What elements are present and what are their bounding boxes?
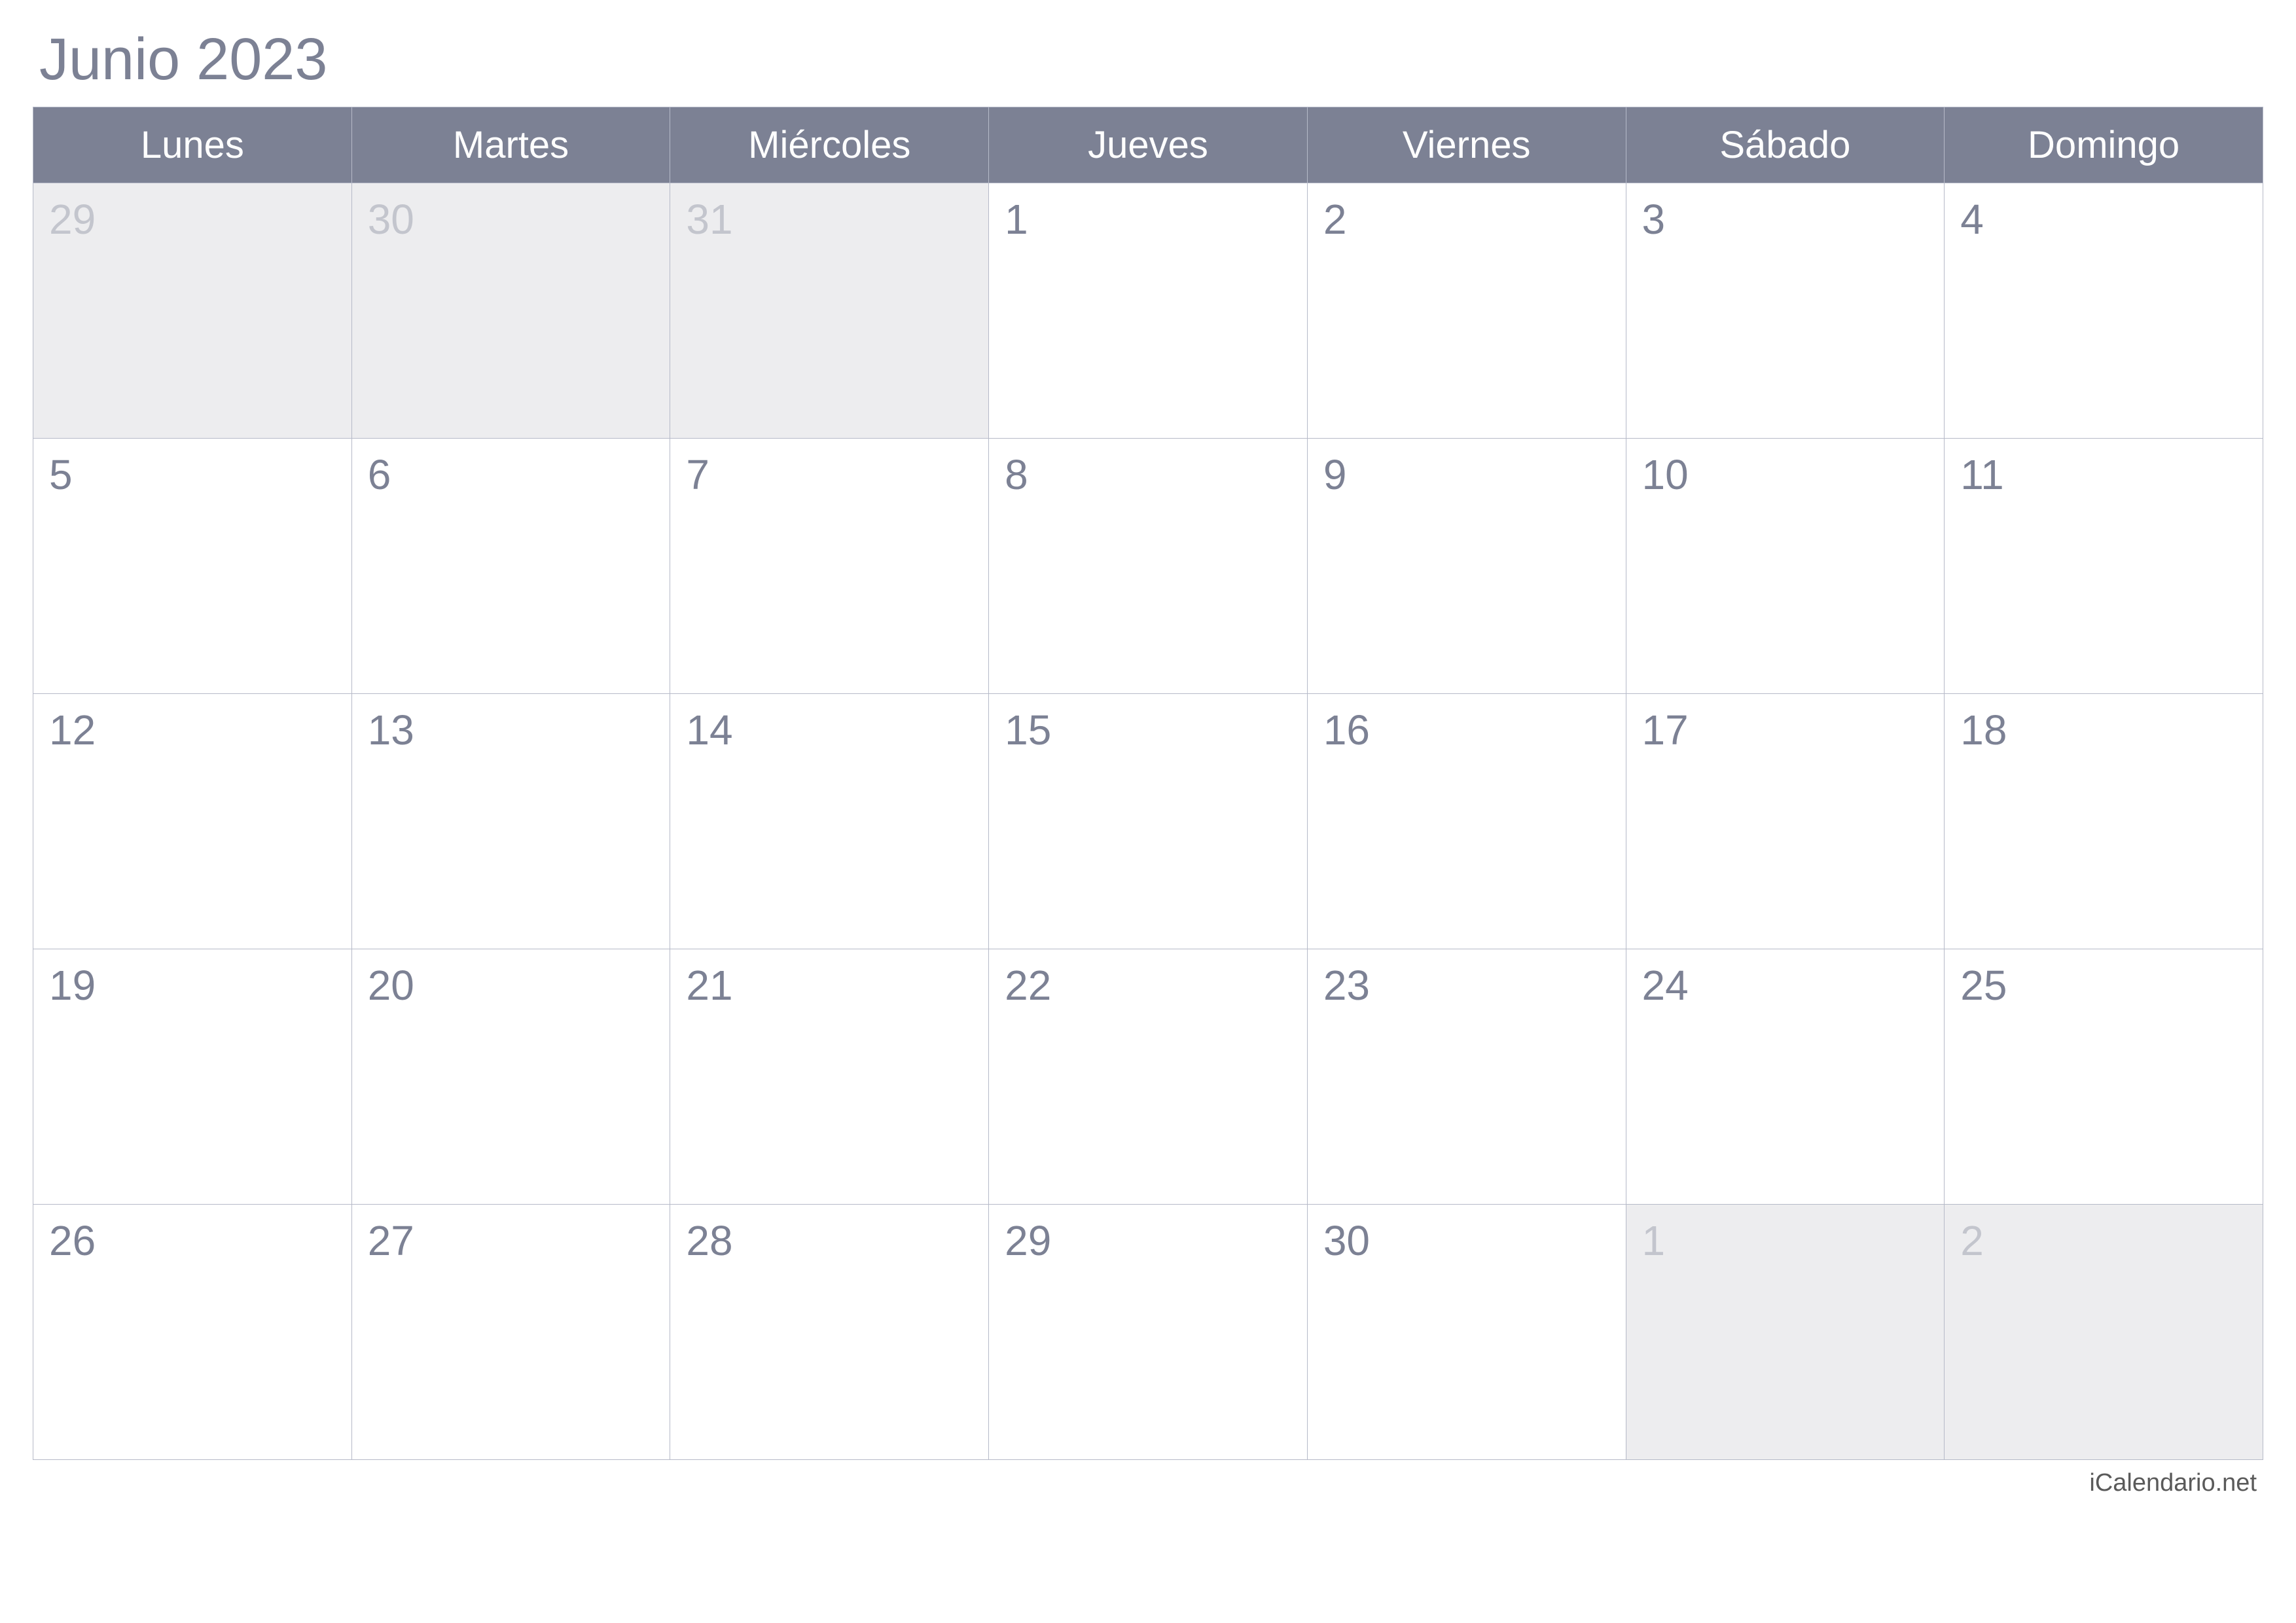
day-number: 4 — [1960, 196, 1984, 243]
day-number: 27 — [368, 1217, 414, 1264]
day-number: 18 — [1960, 706, 2007, 754]
day-cell: 14 — [670, 694, 989, 949]
day-number: 15 — [1005, 706, 1051, 754]
day-cell: 26 — [33, 1205, 352, 1460]
day-cell: 8 — [989, 439, 1308, 694]
day-cell: 28 — [670, 1205, 989, 1460]
day-cell: 31 — [670, 183, 989, 439]
day-number: 7 — [686, 451, 709, 498]
day-number: 5 — [49, 451, 73, 498]
weekday-header: Domingo — [1945, 107, 2263, 183]
day-cell: 12 — [33, 694, 352, 949]
weekday-header: Lunes — [33, 107, 352, 183]
day-number: 24 — [1642, 962, 1689, 1009]
day-number: 17 — [1642, 706, 1689, 754]
day-cell: 15 — [989, 694, 1308, 949]
calendar-body: 2930311234567891011121314151617181920212… — [33, 183, 2263, 1460]
day-cell: 25 — [1945, 949, 2263, 1205]
day-cell: 2 — [1307, 183, 1626, 439]
day-cell: 13 — [351, 694, 670, 949]
weekday-header: Martes — [351, 107, 670, 183]
day-number: 16 — [1323, 706, 1370, 754]
weekday-header: Miércoles — [670, 107, 989, 183]
weekday-header: Viernes — [1307, 107, 1626, 183]
day-number: 12 — [49, 706, 96, 754]
calendar-week-row: 12 13 14 15 16 17 18 — [33, 694, 2263, 949]
day-number: 29 — [49, 196, 96, 243]
day-cell: 16 — [1307, 694, 1626, 949]
day-number: 3 — [1642, 196, 1666, 243]
day-number: 14 — [686, 706, 732, 754]
day-number: 10 — [1642, 451, 1689, 498]
day-cell: 27 — [351, 1205, 670, 1460]
day-cell: 1 — [989, 183, 1308, 439]
day-cell: 30 — [351, 183, 670, 439]
day-number: 11 — [1960, 451, 2003, 498]
day-cell: 7 — [670, 439, 989, 694]
calendar-week-row: 5 6 7 8 9 10 11 — [33, 439, 2263, 694]
day-cell: 21 — [670, 949, 989, 1205]
day-number: 31 — [686, 196, 732, 243]
day-cell: 23 — [1307, 949, 1626, 1205]
day-number: 13 — [368, 706, 414, 754]
footer-credit: iCalendario.net — [33, 1469, 2263, 1497]
calendar-week-row: 29 30 31 1 2 3 4 — [33, 183, 2263, 439]
calendar-title: Junio 2023 — [33, 26, 2263, 94]
day-cell: 24 — [1626, 949, 1945, 1205]
day-number: 20 — [368, 962, 414, 1009]
day-cell: 19 — [33, 949, 352, 1205]
day-cell: 29 — [989, 1205, 1308, 1460]
calendar-grid: Lunes Martes Miércoles Jueves Viernes Sá… — [33, 107, 2263, 1460]
day-cell: 9 — [1307, 439, 1626, 694]
day-number: 19 — [49, 962, 96, 1009]
calendar-week-row: 19 20 21 22 23 24 25 — [33, 949, 2263, 1205]
day-number: 21 — [686, 962, 732, 1009]
day-number: 6 — [368, 451, 391, 498]
day-number: 30 — [368, 196, 414, 243]
day-cell: 6 — [351, 439, 670, 694]
day-cell: 4 — [1945, 183, 2263, 439]
day-number: 26 — [49, 1217, 96, 1264]
day-number: 29 — [1005, 1217, 1051, 1264]
weekday-header-row: Lunes Martes Miércoles Jueves Viernes Sá… — [33, 107, 2263, 183]
day-cell: 20 — [351, 949, 670, 1205]
day-cell: 22 — [989, 949, 1308, 1205]
weekday-header: Jueves — [989, 107, 1308, 183]
day-number: 9 — [1323, 451, 1347, 498]
day-number: 1 — [1005, 196, 1028, 243]
day-cell: 10 — [1626, 439, 1945, 694]
weekday-header: Sábado — [1626, 107, 1945, 183]
day-cell: 18 — [1945, 694, 2263, 949]
day-cell: 11 — [1945, 439, 2263, 694]
day-cell: 17 — [1626, 694, 1945, 949]
day-cell: 30 — [1307, 1205, 1626, 1460]
day-number: 23 — [1323, 962, 1370, 1009]
day-number: 28 — [686, 1217, 732, 1264]
day-cell: 29 — [33, 183, 352, 439]
day-number: 1 — [1642, 1217, 1666, 1264]
day-number: 30 — [1323, 1217, 1370, 1264]
day-cell: 3 — [1626, 183, 1945, 439]
day-cell: 5 — [33, 439, 352, 694]
day-number: 2 — [1323, 196, 1347, 243]
day-number: 2 — [1960, 1217, 1984, 1264]
day-number: 8 — [1005, 451, 1028, 498]
day-cell: 2 — [1945, 1205, 2263, 1460]
day-cell: 1 — [1626, 1205, 1945, 1460]
day-number: 22 — [1005, 962, 1051, 1009]
calendar-week-row: 26 27 28 29 30 1 2 — [33, 1205, 2263, 1460]
day-number: 25 — [1960, 962, 2007, 1009]
